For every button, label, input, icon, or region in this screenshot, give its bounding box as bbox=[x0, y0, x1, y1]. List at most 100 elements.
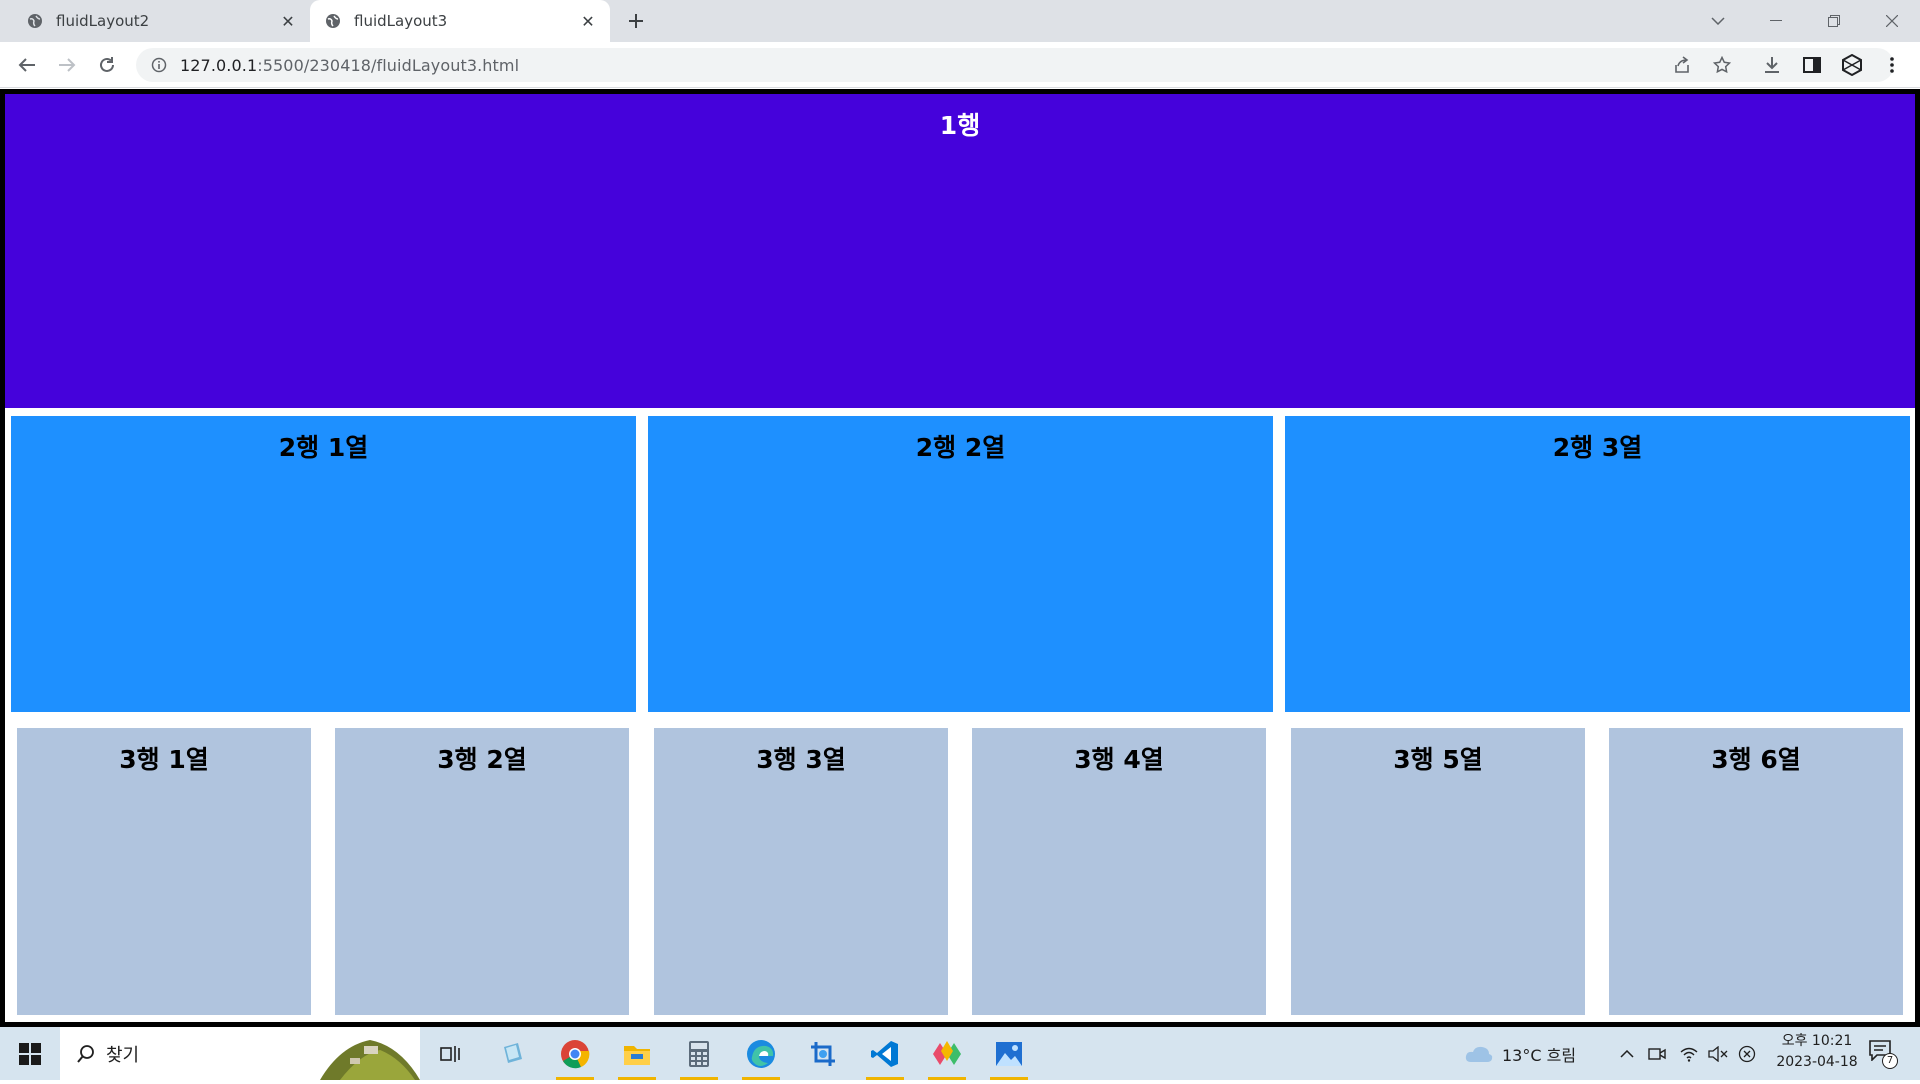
fluid-layout-container: 1행 2행 1열 2행 2열 2행 3열 3행 1열 3행 2열 3행 3열 3… bbox=[0, 89, 1920, 1027]
notification-count: 7 bbox=[1882, 1052, 1898, 1069]
reload-icon bbox=[100, 57, 114, 72]
close-tab-icon[interactable]: ✕ bbox=[276, 9, 300, 33]
cell-label: 3행 3열 bbox=[756, 745, 846, 774]
restore-button[interactable] bbox=[1806, 0, 1862, 42]
cell-label: 2행 1열 bbox=[278, 433, 369, 462]
taskbar-app-notepad[interactable] bbox=[488, 1027, 538, 1080]
reload-button[interactable] bbox=[91, 49, 123, 81]
arrow-left-icon bbox=[18, 58, 35, 72]
clock-time: 오후 10:21 bbox=[1781, 1033, 1853, 1049]
tab-fluidlayout2[interactable]: fluidLayout2 ✕ bbox=[12, 0, 310, 42]
menu-button[interactable] bbox=[1876, 49, 1908, 81]
cell-label: 3행 6열 bbox=[1711, 745, 1801, 774]
address-bar[interactable]: 127.0.0.1:5500/230418/fluidLayout3.html bbox=[136, 48, 1894, 82]
chrome-icon bbox=[561, 1039, 590, 1068]
site-info-icon[interactable] bbox=[150, 56, 168, 74]
cell-label: 2행 2열 bbox=[915, 433, 1006, 462]
back-button[interactable] bbox=[11, 49, 43, 81]
bookmark-button[interactable] bbox=[1706, 49, 1738, 81]
forward-button[interactable] bbox=[51, 49, 83, 81]
row-2-col-3: 2행 3열 bbox=[1285, 416, 1910, 712]
x-circle-icon bbox=[1738, 1045, 1756, 1062]
url-text: 127.0.0.1:5500/230418/fluidLayout3.html bbox=[180, 56, 519, 75]
start-button[interactable] bbox=[0, 1027, 60, 1080]
task-view-button[interactable] bbox=[426, 1027, 476, 1080]
side-panel-button[interactable] bbox=[1796, 49, 1828, 81]
close-icon bbox=[1886, 15, 1898, 27]
cell-label: 3행 2열 bbox=[437, 745, 527, 774]
star-icon bbox=[1713, 56, 1731, 74]
taskbar-app-photos[interactable] bbox=[984, 1027, 1034, 1080]
row-3-col-6: 3행 6열 bbox=[1609, 728, 1903, 1015]
share-button[interactable] bbox=[1666, 49, 1698, 81]
taskbar-clock[interactable]: 오후 10:21 2023-04-18 bbox=[1762, 1031, 1872, 1077]
show-hidden-icons-button[interactable] bbox=[1620, 1027, 1634, 1080]
cell-label: 3행 4열 bbox=[1074, 745, 1164, 774]
cell-label: 2행 3열 bbox=[1552, 433, 1643, 462]
task-view-icon bbox=[440, 1045, 460, 1062]
cloud-icon bbox=[1465, 1046, 1493, 1062]
windows-logo-icon bbox=[19, 1042, 41, 1065]
row-2: 2행 1열 2행 2열 2행 3열 bbox=[5, 408, 1915, 728]
photos-icon bbox=[996, 1041, 1022, 1066]
tab-title: fluidLayout3 bbox=[354, 12, 448, 30]
weather-widget[interactable]: 13°C 흐림 bbox=[1464, 1027, 1576, 1080]
network-button[interactable] bbox=[1680, 1027, 1698, 1080]
restore-icon bbox=[1828, 15, 1840, 27]
status-button[interactable] bbox=[1738, 1027, 1756, 1080]
share-icon bbox=[1675, 56, 1689, 73]
notepad-icon bbox=[504, 1042, 522, 1063]
download-icon bbox=[1765, 57, 1779, 73]
plus-icon bbox=[629, 14, 643, 28]
row-3: 3행 1열 3행 2열 3행 3열 3행 4열 3행 5열 3행 6열 bbox=[5, 728, 1915, 1022]
page-viewport: 1행 2행 1열 2행 2열 2행 3열 3행 1열 3행 2열 3행 3열 3… bbox=[0, 89, 1920, 1027]
taskbar-app-chrome[interactable] bbox=[550, 1027, 600, 1080]
new-tab-button[interactable] bbox=[620, 7, 652, 35]
row-2-col-2: 2행 2열 bbox=[648, 416, 1273, 712]
tab-strip: fluidLayout2 ✕ fluidLayout3 ✕ bbox=[0, 0, 1920, 42]
taskbar-app-vscode[interactable] bbox=[860, 1027, 910, 1080]
weather-text: 13°C 흐림 bbox=[1502, 1045, 1577, 1065]
tab-fluidlayout3[interactable]: fluidLayout3 ✕ bbox=[310, 0, 610, 42]
cell-label: 3행 5열 bbox=[1393, 745, 1483, 774]
folder-icon bbox=[624, 1045, 650, 1065]
wifi-icon bbox=[1680, 1047, 1698, 1062]
volume-button[interactable] bbox=[1708, 1027, 1728, 1080]
camera-icon bbox=[1648, 1047, 1666, 1060]
row-3-col-4: 3행 4열 bbox=[972, 728, 1266, 1015]
taskbar-app-colorful[interactable] bbox=[922, 1027, 972, 1080]
windows-taskbar: 찾기 13°C 흐림 오후 10:21 2023-04-18 7 bbox=[0, 1027, 1920, 1080]
edge-icon bbox=[747, 1039, 775, 1068]
minimize-icon bbox=[1770, 20, 1782, 21]
taskbar-app-file-explorer[interactable] bbox=[612, 1027, 662, 1080]
snipping-tool-icon bbox=[811, 1041, 835, 1066]
diamond-app-icon bbox=[933, 1040, 961, 1065]
minimize-button[interactable] bbox=[1748, 0, 1804, 42]
taskbar-app-snipping-tool[interactable] bbox=[798, 1027, 848, 1080]
calculator-icon bbox=[689, 1040, 709, 1067]
downloads-button[interactable] bbox=[1756, 49, 1788, 81]
close-window-button[interactable] bbox=[1864, 0, 1920, 42]
row-1-label: 1행 bbox=[939, 111, 981, 140]
notification-center-button[interactable]: 7 bbox=[1868, 1027, 1898, 1080]
arrow-right-icon bbox=[59, 58, 76, 72]
taskbar-app-edge[interactable] bbox=[736, 1027, 786, 1080]
cell-label: 3행 1열 bbox=[119, 745, 209, 774]
browser-toolbar: 127.0.0.1:5500/230418/fluidLayout3.html bbox=[0, 42, 1920, 88]
row-3-col-5: 3행 5열 bbox=[1291, 728, 1585, 1015]
taskbar-search-box[interactable]: 찾기 bbox=[60, 1027, 420, 1080]
close-tab-icon[interactable]: ✕ bbox=[576, 9, 600, 33]
tab-title: fluidLayout2 bbox=[56, 12, 150, 30]
extension-button[interactable] bbox=[1836, 49, 1868, 81]
taskbar-app-calculator[interactable] bbox=[674, 1027, 724, 1080]
search-icon bbox=[76, 1044, 96, 1064]
globe-icon bbox=[324, 12, 342, 30]
side-panel-icon bbox=[1803, 57, 1821, 73]
clock-date: 2023-04-18 bbox=[1776, 1054, 1858, 1070]
url-host: 127.0.0.1 bbox=[180, 55, 258, 75]
meet-now-button[interactable] bbox=[1648, 1027, 1666, 1080]
search-highlight-image bbox=[320, 1036, 420, 1080]
row-2-col-1: 2행 1열 bbox=[11, 416, 636, 712]
more-vertical-icon bbox=[1890, 57, 1894, 73]
tab-search-button[interactable] bbox=[1690, 0, 1746, 42]
